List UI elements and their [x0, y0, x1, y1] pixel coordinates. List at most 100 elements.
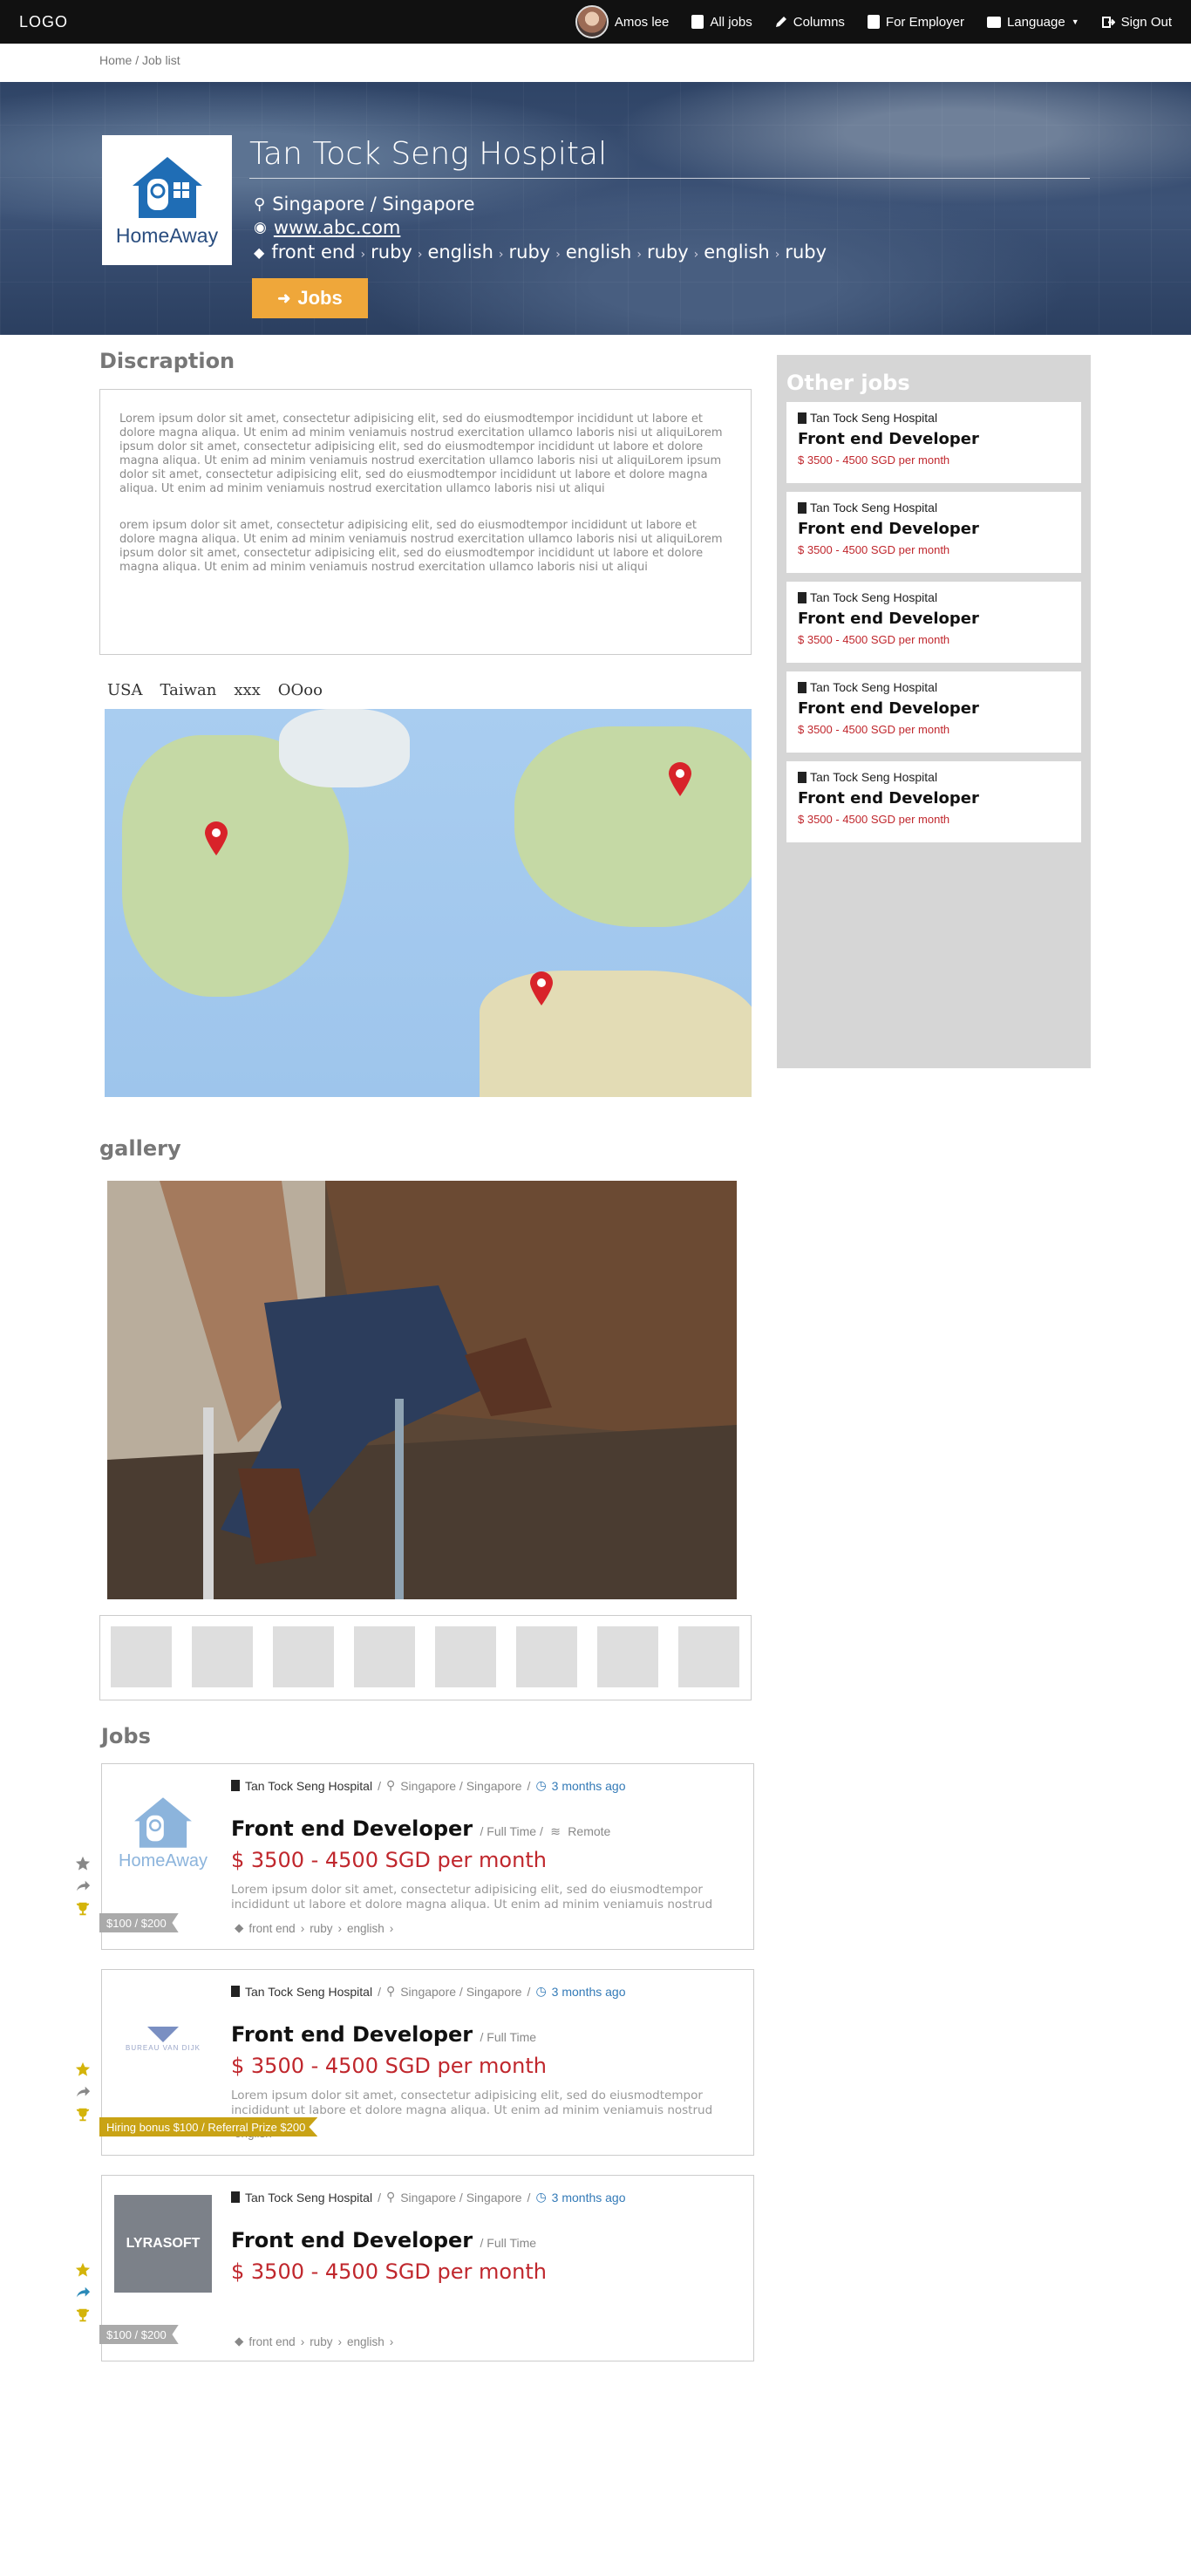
job-tag[interactable]: english	[347, 1922, 385, 1935]
location-map[interactable]	[105, 709, 752, 1097]
trophy-icon	[76, 1902, 90, 1916]
job-position-title[interactable]: Front end Developer / Full Time	[231, 2228, 536, 2252]
other-job-position[interactable]: Front end Developer	[798, 520, 1070, 538]
job-location: Singapore / Singapore	[400, 2190, 522, 2205]
map-tab[interactable]: Taiwan	[160, 681, 217, 699]
job-tag[interactable]: ruby	[310, 1922, 332, 1935]
star-icon[interactable]	[75, 2061, 91, 2077]
other-job-card[interactable]: Tan Tock Seng Hospital Front end Develope…	[786, 761, 1081, 842]
job-position-name[interactable]: Front end Developer	[231, 1816, 473, 1841]
company-tag[interactable]: ruby	[647, 242, 689, 262]
company-tag[interactable]: english	[566, 242, 631, 262]
gallery-thumbnail[interactable]	[111, 1626, 172, 1687]
other-job-position[interactable]: Front end Developer	[798, 430, 1070, 448]
company-tag[interactable]: ruby	[371, 242, 412, 262]
separator: /	[378, 1778, 381, 1793]
star-icon[interactable]	[75, 2262, 91, 2278]
wifi-icon: ≋	[550, 1824, 561, 1838]
share-icon[interactable]	[75, 2285, 91, 2300]
map-marker-icon: ⚲	[385, 2190, 396, 2204]
other-jobs-title: Other jobs	[786, 371, 910, 395]
other-job-position[interactable]: Front end Developer	[798, 789, 1070, 808]
nav-all-jobs[interactable]: All jobs	[691, 15, 752, 30]
gallery-thumbnail[interactable]	[597, 1626, 658, 1687]
job-tag[interactable]: english	[347, 2335, 385, 2348]
gallery-thumbnail[interactable]	[678, 1626, 739, 1687]
building-icon	[798, 681, 806, 693]
user-menu[interactable]: Amos lee	[575, 5, 669, 38]
job-tag[interactable]: front end	[248, 1922, 295, 1935]
gallery-thumbnail[interactable]	[516, 1626, 577, 1687]
company-website-link[interactable]: www.abc.com	[274, 217, 401, 238]
trophy-icon	[76, 2308, 90, 2322]
job-position-name[interactable]: Front end Developer	[231, 2228, 473, 2252]
company-tags: front end › ruby › english › ruby › english › ruby…	[271, 242, 827, 262]
nav-all-jobs-label: All jobs	[710, 14, 752, 30]
other-job-card[interactable]: Tan Tock Seng Hospital Front end Develope…	[786, 492, 1081, 573]
job-company-name[interactable]: Tan Tock Seng Hospital	[245, 1985, 372, 1999]
job-card[interactable]: LYRASOFT Tan Tock Seng Hospital / ⚲ Singapor…	[101, 2175, 754, 2361]
company-tag[interactable]: ruby	[785, 242, 827, 262]
job-salary: $ 3500 - 4500 SGD per month	[231, 1848, 547, 1872]
gallery-thumbnail[interactable]	[192, 1626, 253, 1687]
map-tab[interactable]: xxx	[234, 681, 260, 699]
tag-separator: ›	[360, 248, 366, 262]
job-position-name[interactable]: Front end Developer	[231, 2022, 473, 2047]
map-landmass	[514, 726, 752, 927]
job-company-logo: LYRASOFT	[114, 2195, 212, 2293]
nav-sign-out-label: Sign Out	[1120, 14, 1172, 30]
trophy-icon	[76, 2108, 90, 2122]
breadcrumb[interactable]: Home / Job list	[99, 53, 180, 67]
share-icon[interactable]	[75, 1878, 91, 1894]
other-job-position[interactable]: Front end Developer	[798, 699, 1070, 718]
map-marker-icon: ⚲	[254, 194, 266, 214]
job-company-name[interactable]: Tan Tock Seng Hospital	[245, 2191, 372, 2205]
description-title: Discraption	[99, 349, 235, 373]
gallery-thumbnail[interactable]	[273, 1626, 334, 1687]
other-job-position[interactable]: Front end Developer	[798, 610, 1070, 628]
tag-separator: ›	[300, 1921, 305, 1935]
other-job-company: Tan Tock Seng Hospital	[810, 770, 938, 784]
map-marker-icon: ⚲	[385, 1778, 396, 1792]
map-pin-icon[interactable]	[203, 821, 229, 855]
star-icon[interactable]	[75, 1856, 91, 1871]
company-location-row: ⚲ Singapore / Singapore	[254, 194, 475, 215]
job-company-name[interactable]: Tan Tock Seng Hospital	[245, 1779, 372, 1793]
other-job-card[interactable]: Tan Tock Seng Hospital Front end Develope…	[786, 582, 1081, 663]
nav-columns[interactable]: Columns	[775, 15, 845, 30]
jobs-button[interactable]: ➜ Jobs	[252, 278, 368, 318]
job-position-title[interactable]: Front end Developer / Full Time	[231, 2022, 536, 2047]
nav-for-employer[interactable]: For Employer	[867, 15, 964, 30]
job-tag[interactable]: ruby	[310, 2335, 332, 2348]
job-remote: Remote	[568, 1824, 611, 1838]
building-icon	[798, 591, 806, 603]
nav-language[interactable]: Language ▼	[986, 14, 1079, 30]
map-tab[interactable]: OOoo	[278, 681, 323, 699]
building-icon	[231, 1780, 240, 1791]
nav-sign-out[interactable]: Sign Out	[1101, 14, 1172, 30]
company-tag[interactable]: english	[427, 242, 493, 262]
gallery-thumbnail[interactable]	[435, 1626, 496, 1687]
gallery-thumbnail[interactable]	[354, 1626, 415, 1687]
share-icon[interactable]	[75, 2084, 91, 2100]
job-meta-row: Tan Tock Seng Hospital / ⚲ Singapore / Sing…	[231, 1984, 626, 1999]
nav-language-label: Language	[1006, 14, 1065, 30]
tag-separator: ›	[774, 248, 780, 262]
gallery-main-image[interactable]	[107, 1181, 737, 1599]
job-card[interactable]: HomeAway Tan Tock Seng Hospital / ⚲ Singapor…	[101, 1763, 754, 1950]
map-landmass	[480, 971, 752, 1097]
site-logo[interactable]: LOGO	[19, 13, 68, 31]
map-pin-icon[interactable]	[528, 971, 555, 1005]
map-tab[interactable]: USA	[107, 681, 143, 699]
other-job-card[interactable]: Tan Tock Seng Hospital Front end Develope…	[786, 671, 1081, 753]
other-job-card[interactable]: Tan Tock Seng Hospital Front end Develope…	[786, 402, 1081, 483]
clock-icon: ◷	[535, 1984, 547, 1998]
map-pin-icon[interactable]	[667, 761, 693, 796]
job-type: / Full Time /	[480, 1824, 543, 1838]
company-tag[interactable]: front end	[271, 242, 355, 262]
globe-icon: ◉	[254, 219, 267, 236]
job-tag[interactable]: front end	[248, 2335, 295, 2348]
company-tag[interactable]: english	[704, 242, 769, 262]
company-tag[interactable]: ruby	[509, 242, 551, 262]
job-position-title[interactable]: Front end Developer / Full Time / ≋ Remo…	[231, 1816, 610, 1841]
